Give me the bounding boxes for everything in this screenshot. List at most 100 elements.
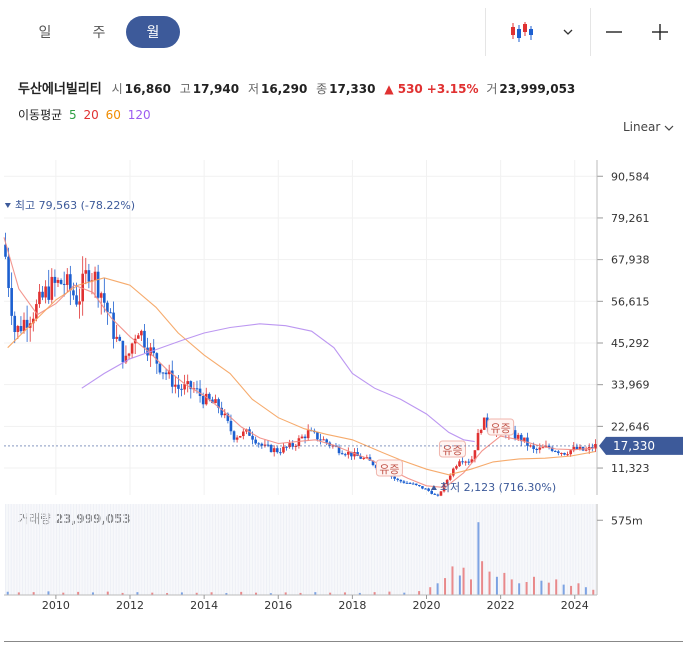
candle-body-71	[223, 413, 227, 416]
candle-body-97	[303, 436, 307, 439]
stock-name: 두산에너빌리티	[18, 82, 102, 97]
top-bar: 일 주 월	[0, 0, 683, 64]
candle-body-22	[72, 290, 75, 296]
scale-mode-label: Linear	[623, 120, 661, 134]
candle-body-178	[553, 450, 557, 452]
open-value: 16,860	[124, 82, 171, 96]
candle-body-43	[136, 335, 140, 339]
candle-body-76	[238, 436, 242, 438]
candle-body-55	[174, 384, 177, 387]
candle-body-65	[204, 393, 208, 405]
plus-icon	[652, 24, 668, 40]
zoom-in-button[interactable]	[637, 8, 683, 56]
candle-body-75	[235, 437, 239, 440]
candle-body-174	[541, 447, 545, 449]
low-value: 16,290	[260, 82, 308, 96]
close-value: 17,330	[329, 82, 376, 96]
candle-body-68	[214, 399, 217, 404]
candle-body-2	[10, 288, 13, 316]
y-tick-label-2: 67,938	[611, 254, 650, 267]
candle-body-144	[448, 475, 452, 480]
candle-body-32	[103, 293, 106, 303]
chart-type-dropdown[interactable]	[556, 8, 580, 56]
candle-body-96	[300, 436, 304, 439]
volume-bar-30	[436, 583, 439, 595]
candle-body-16	[53, 276, 57, 283]
candle-body-52	[164, 372, 168, 375]
candlestick-icon	[511, 22, 533, 42]
scale-mode-toggle[interactable]: Linear	[623, 120, 674, 134]
chevron-down-icon	[664, 125, 674, 131]
volume-bar-41	[510, 579, 513, 595]
x-tick-label-5: 2020	[413, 599, 441, 612]
candle-body-27	[87, 270, 91, 282]
volume-bar-33	[458, 575, 461, 595]
candle-body-74	[232, 431, 236, 440]
zoom-out-button[interactable]	[591, 8, 637, 56]
price-chart[interactable]: 90,584 79,261 67,938 56,615 45,292 33,969 22,6…	[0, 150, 683, 500]
candle-body-36	[115, 336, 118, 339]
high-value: 17,940	[192, 82, 240, 96]
volume-bar-48	[562, 584, 565, 595]
tab-weekly[interactable]: 주	[72, 16, 126, 48]
candle-body-138	[430, 490, 434, 494]
candle-body-88	[275, 448, 279, 453]
x-tick-label-2: 2014	[190, 599, 218, 612]
chevron-down-icon	[563, 29, 573, 35]
volume-bar-42	[518, 583, 521, 595]
x-tick-label-3: 2016	[264, 599, 292, 612]
candle-body-134	[418, 484, 421, 487]
candle-body-98	[306, 430, 310, 439]
candle-body-129	[402, 481, 406, 483]
candlestick-type-button[interactable]	[486, 8, 556, 56]
low-annotation-text: 최저 2,123 (716.30%)	[440, 481, 556, 494]
volume-value: 23,999,053	[499, 82, 576, 96]
volume-bar-26	[388, 591, 391, 595]
candle-body-132	[411, 483, 415, 485]
y-tick-label-6: 22,646	[611, 420, 650, 433]
tab-daily[interactable]: 일	[18, 16, 72, 48]
tab-monthly[interactable]: 월	[126, 16, 180, 48]
volume-bar-3	[47, 591, 50, 595]
y-tick-label-5: 33,969	[611, 379, 650, 392]
candle-body-145	[452, 468, 455, 476]
volume-bar-50	[577, 583, 580, 595]
change-amount: 530	[397, 82, 423, 96]
candle-body-13	[44, 286, 47, 298]
volume-chart[interactable]: 575m 2010 2012 2014 2016 2018 2020 2022 2024	[0, 500, 683, 630]
volume-bar-43	[525, 582, 528, 595]
y-tick-label-3: 56,615	[611, 295, 650, 308]
current-price-label: 17,330	[613, 439, 655, 453]
volume-bar-39	[495, 576, 498, 595]
candle-body-26	[84, 270, 88, 274]
candle-body-181	[563, 452, 566, 455]
chart-tools	[485, 8, 683, 56]
candle-body-73	[229, 420, 233, 432]
volume-bar-7	[106, 591, 109, 595]
ma-60: 60	[105, 108, 121, 122]
ma-20: 20	[83, 108, 99, 122]
volume-bar-35	[469, 579, 472, 595]
candle-body-59	[186, 381, 190, 385]
volume-bar-28	[418, 591, 421, 595]
x-tick-label-6: 2022	[487, 599, 515, 612]
ma-label: 이동평균	[18, 108, 63, 122]
candle-body-110	[343, 454, 347, 456]
ma60-line	[7, 277, 596, 476]
volume-label: 거	[486, 82, 498, 96]
candle-body-4	[16, 326, 20, 332]
candle-body-20	[65, 274, 69, 285]
y-tick-label-0: 90,584	[611, 170, 650, 183]
candle-body-104	[325, 439, 328, 443]
rights-issue-label-2: 유증	[491, 422, 511, 435]
candle-body-19	[62, 283, 66, 285]
candle-body-172	[535, 449, 539, 451]
candle-body-30	[96, 271, 100, 298]
candle-body-11	[38, 291, 41, 305]
candle-body-23	[75, 295, 78, 305]
candle-body-34	[109, 312, 112, 314]
candle-body-41	[130, 343, 134, 354]
x-tick-label-1: 2012	[116, 599, 144, 612]
candle-body-90	[282, 446, 285, 453]
candle-body-153	[476, 432, 480, 451]
